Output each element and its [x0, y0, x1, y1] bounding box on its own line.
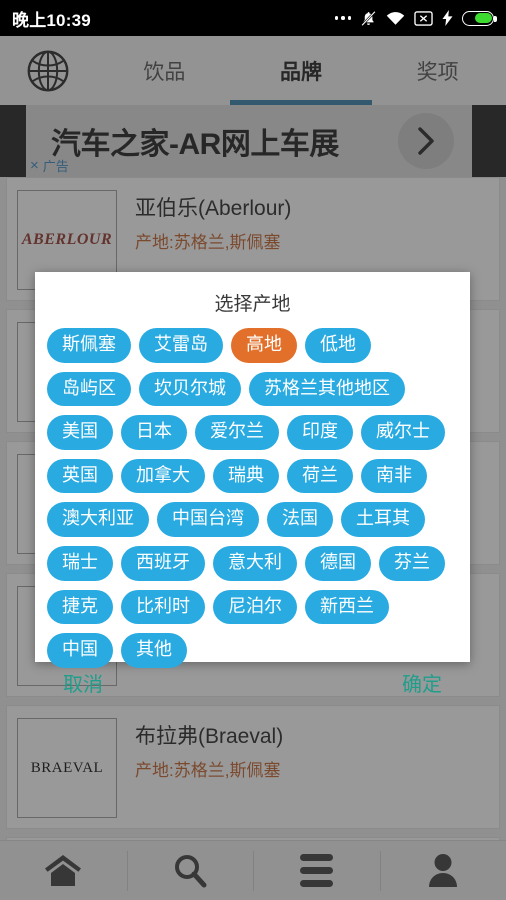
- origin-chip[interactable]: 坎贝尔城: [139, 371, 241, 407]
- bell-muted-icon: [361, 10, 376, 26]
- origin-chip[interactable]: 岛屿区: [47, 371, 131, 407]
- origin-chip[interactable]: 西班牙: [121, 545, 205, 581]
- origin-chip[interactable]: 英国: [47, 458, 113, 494]
- origin-picker-dialog: 选择产地 斯佩塞 艾雷岛 高地 低地岛屿区 坎贝尔城 苏格兰其他地区美国 日本 爱尔兰 印度 威尔…: [35, 272, 470, 696]
- origin-chip[interactable]: 瑞士: [47, 545, 113, 581]
- origin-chip[interactable]: 日本: [121, 415, 187, 450]
- origin-chip[interactable]: 德国: [305, 545, 371, 581]
- origin-chip[interactable]: 比利时: [121, 589, 205, 625]
- origin-chip[interactable]: 印度: [287, 415, 353, 450]
- origin-chip[interactable]: 艾雷岛: [139, 328, 223, 363]
- origin-chip[interactable]: 尼泊尔: [213, 589, 297, 625]
- status-bar: 晚上10:39: [0, 0, 506, 36]
- origin-chip[interactable]: 瑞典: [213, 458, 279, 494]
- origin-chip[interactable]: 爱尔兰: [195, 415, 279, 450]
- confirm-button[interactable]: 确定: [402, 668, 442, 697]
- origin-chip[interactable]: 捷克: [47, 589, 113, 625]
- origin-chip[interactable]: 澳大利亚: [47, 502, 149, 537]
- origin-chip[interactable]: 斯佩塞: [47, 328, 131, 363]
- origin-chip[interactable]: 高地: [231, 328, 297, 363]
- origin-chip-group[interactable]: 斯佩塞 艾雷岛 高地 低地岛屿区 坎贝尔城 苏格兰其他地区美国 日本 爱尔兰 印度 威尔士英国 加拿…: [35, 328, 470, 668]
- origin-chip[interactable]: 意大利: [213, 545, 297, 581]
- origin-chip[interactable]: 南非: [361, 458, 427, 494]
- origin-chip[interactable]: 美国: [47, 415, 113, 450]
- origin-chip[interactable]: 加拿大: [121, 458, 205, 494]
- origin-chip[interactable]: 其他: [121, 633, 187, 668]
- origin-chip[interactable]: 威尔士: [361, 415, 445, 450]
- origin-chip[interactable]: 中国台湾: [157, 502, 259, 537]
- status-icons: [334, 10, 497, 27]
- dialog-actions: 取消 确定: [35, 668, 470, 705]
- origin-chip[interactable]: 新西兰: [305, 589, 389, 625]
- status-clock: 晚上10:39: [12, 10, 91, 30]
- origin-chip[interactable]: 荷兰: [287, 458, 353, 494]
- wifi-icon: [386, 12, 405, 25]
- battery-icon: [462, 10, 497, 26]
- app-root: 晚上10:39 选择产地 斯佩塞 艾雷岛 高地 低地 岛屿区 坎贝尔城 苏格兰其…: [0, 0, 506, 900]
- charging-bolt-icon: [442, 10, 453, 26]
- cancel-button[interactable]: 取消: [63, 668, 103, 697]
- origin-chip[interactable]: 土耳其: [341, 502, 425, 537]
- origin-chip[interactable]: 低地: [305, 328, 371, 363]
- origin-chip[interactable]: 苏格兰其他地区: [249, 371, 405, 407]
- origin-chip[interactable]: 法国: [267, 502, 333, 537]
- origin-chip[interactable]: 中国: [47, 633, 113, 668]
- origin-chip[interactable]: 芬兰: [379, 545, 445, 581]
- more-dots-icon: [334, 16, 351, 20]
- sim-x-icon: [414, 10, 433, 26]
- dialog-title: 选择产地: [214, 294, 291, 315]
